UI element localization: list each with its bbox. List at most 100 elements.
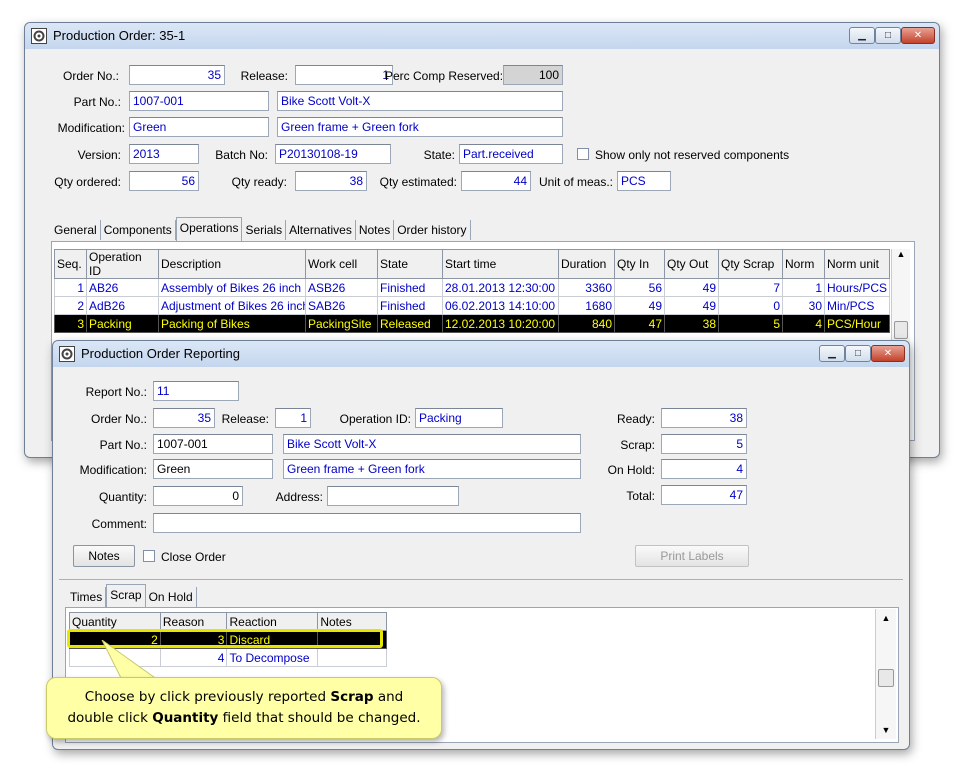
comment-field[interactable] [153, 513, 581, 533]
table-cell[interactable]: 06.02.2013 14:10:00 [442, 296, 559, 315]
close-button[interactable]: ✕ [871, 345, 905, 362]
release-field[interactable]: 1 [275, 408, 311, 428]
maximize-button[interactable]: □ [845, 345, 871, 362]
quantity-field[interactable]: 0 [153, 486, 243, 506]
report-no-field[interactable]: 11 [153, 381, 239, 401]
table-cell[interactable] [317, 648, 387, 667]
tab-serials[interactable]: Serials [242, 220, 287, 240]
table-row[interactable]: 2 AdB26 Adjustment of Bikes 26 inch SAB26 Fi… [54, 296, 890, 315]
qty-ordered-field[interactable]: 56 [129, 171, 199, 191]
reporting-title-bar[interactable]: Production Order Reporting ▁ □ ✕ [53, 341, 909, 367]
minimize-button[interactable]: ▁ [819, 345, 845, 362]
batch-field[interactable]: P20130108-19 [275, 144, 391, 164]
close-button[interactable]: ✕ [901, 27, 935, 44]
part-no-field[interactable]: 1007-001 [153, 434, 273, 454]
title-bar[interactable]: Production Order: 35-1 ▁ □ ✕ [25, 23, 939, 49]
column-header[interactable]: Quantity [69, 612, 161, 631]
table-cell[interactable]: 12.02.2013 10:20:00 [442, 314, 559, 333]
show-only-checkbox[interactable] [577, 148, 589, 160]
column-header[interactable]: Reason [159, 612, 228, 631]
scrap-scrollbar[interactable]: ▲ ▼ [875, 609, 896, 739]
modification-desc-field[interactable]: Green frame + Green fork [277, 117, 563, 137]
table-cell[interactable]: 840 [558, 314, 615, 333]
scroll-thumb[interactable] [894, 321, 908, 339]
qty-ready-field[interactable]: 38 [295, 171, 367, 191]
column-header[interactable]: Norm unit [824, 249, 890, 279]
order-no-field[interactable]: 35 [153, 408, 215, 428]
table-cell[interactable]: 4 [782, 314, 825, 333]
table-cell[interactable]: 56 [614, 278, 665, 297]
part-desc-field[interactable]: Bike Scott Volt-X [277, 91, 563, 111]
table-cell[interactable]: Hours/PCS [824, 278, 890, 297]
tab-times[interactable]: Times [67, 587, 107, 607]
state-field[interactable]: Part.received [459, 144, 563, 164]
tab-general[interactable]: General [51, 220, 101, 240]
table-cell[interactable]: 3 [54, 314, 87, 333]
table-row[interactable]: 3 Packing Packing of Bikes PackingSite Relea… [54, 314, 890, 333]
table-cell[interactable]: 38 [664, 314, 719, 333]
table-cell[interactable]: AB26 [86, 278, 159, 297]
table-cell[interactable]: 1680 [558, 296, 615, 315]
table-cell[interactable]: AdB26 [86, 296, 159, 315]
unit-field[interactable]: PCS [617, 171, 671, 191]
minimize-button[interactable]: ▁ [849, 27, 875, 44]
scroll-down-icon[interactable]: ▼ [876, 725, 896, 735]
column-header[interactable]: Work cell [305, 249, 378, 279]
table-cell[interactable]: Adjustment of Bikes 26 inch [158, 296, 306, 315]
column-header[interactable]: Start time [442, 249, 559, 279]
tab-scrap[interactable]: Scrap [106, 584, 146, 608]
table-cell[interactable]: Min/PCS [824, 296, 890, 315]
table-cell[interactable]: 30 [782, 296, 825, 315]
column-header[interactable]: Description [158, 249, 306, 279]
scroll-up-icon[interactable]: ▲ [876, 613, 896, 623]
part-no-field[interactable]: 1007-001 [129, 91, 269, 111]
table-cell[interactable]: ASB26 [305, 278, 378, 297]
table-cell[interactable]: 0 [718, 296, 783, 315]
table-cell[interactable]: 49 [664, 296, 719, 315]
table-cell[interactable]: Finished [377, 278, 443, 297]
notes-button[interactable]: Notes [73, 545, 135, 567]
modification-field[interactable]: Green [153, 459, 273, 479]
qty-estimated-field[interactable]: 44 [461, 171, 531, 191]
close-order-checkbox[interactable] [143, 550, 155, 562]
table-cell[interactable]: 1 [782, 278, 825, 297]
table-cell[interactable]: Packing [86, 314, 159, 333]
table-cell[interactable]: SAB26 [305, 296, 378, 315]
version-field[interactable]: 2013 [129, 144, 199, 164]
total-field[interactable]: 47 [661, 485, 747, 505]
maximize-button[interactable]: □ [875, 27, 901, 44]
release-field[interactable]: 1 [295, 65, 393, 85]
table-cell[interactable]: 49 [614, 296, 665, 315]
table-cell[interactable]: PCS/Hour [824, 314, 890, 333]
column-header[interactable]: Notes [317, 612, 387, 631]
column-header[interactable]: Operation ID [86, 249, 159, 279]
table-cell[interactable]: 1 [54, 278, 87, 297]
column-header[interactable]: Qty Scrap [718, 249, 783, 279]
table-cell[interactable]: 5 [718, 314, 783, 333]
scroll-up-icon[interactable]: ▲ [892, 249, 910, 259]
order-no-field[interactable]: 35 [129, 65, 225, 85]
column-header[interactable]: Seq. [54, 249, 87, 279]
table-cell[interactable]: To Decompose [226, 648, 319, 667]
column-header[interactable]: State [377, 249, 443, 279]
scroll-thumb[interactable] [878, 669, 894, 687]
address-field[interactable] [327, 486, 459, 506]
tab-on-hold[interactable]: On Hold [146, 587, 197, 607]
column-header[interactable]: Qty In [614, 249, 665, 279]
modification-desc-field[interactable]: Green frame + Green fork [283, 459, 581, 479]
ready-field[interactable]: 38 [661, 408, 747, 428]
table-cell[interactable]: Assembly of Bikes 26 inch [158, 278, 306, 297]
table-cell[interactable]: 7 [718, 278, 783, 297]
table-cell[interactable]: Finished [377, 296, 443, 315]
table-row[interactable]: 1 AB26 Assembly of Bikes 26 inch ASB26 Finis… [54, 278, 890, 297]
tab-operations[interactable]: Operations [175, 217, 243, 241]
table-cell[interactable]: Packing of Bikes [158, 314, 306, 333]
table-cell[interactable]: Released [377, 314, 443, 333]
on-hold-field[interactable]: 4 [661, 459, 747, 479]
tab-alternatives[interactable]: Alternatives [286, 220, 356, 240]
print-labels-button[interactable]: Print Labels [635, 545, 749, 567]
operation-id-field[interactable]: Packing [415, 408, 503, 428]
modification-field[interactable]: Green [129, 117, 269, 137]
column-header[interactable]: Reaction [226, 612, 319, 631]
column-header[interactable]: Duration [558, 249, 615, 279]
